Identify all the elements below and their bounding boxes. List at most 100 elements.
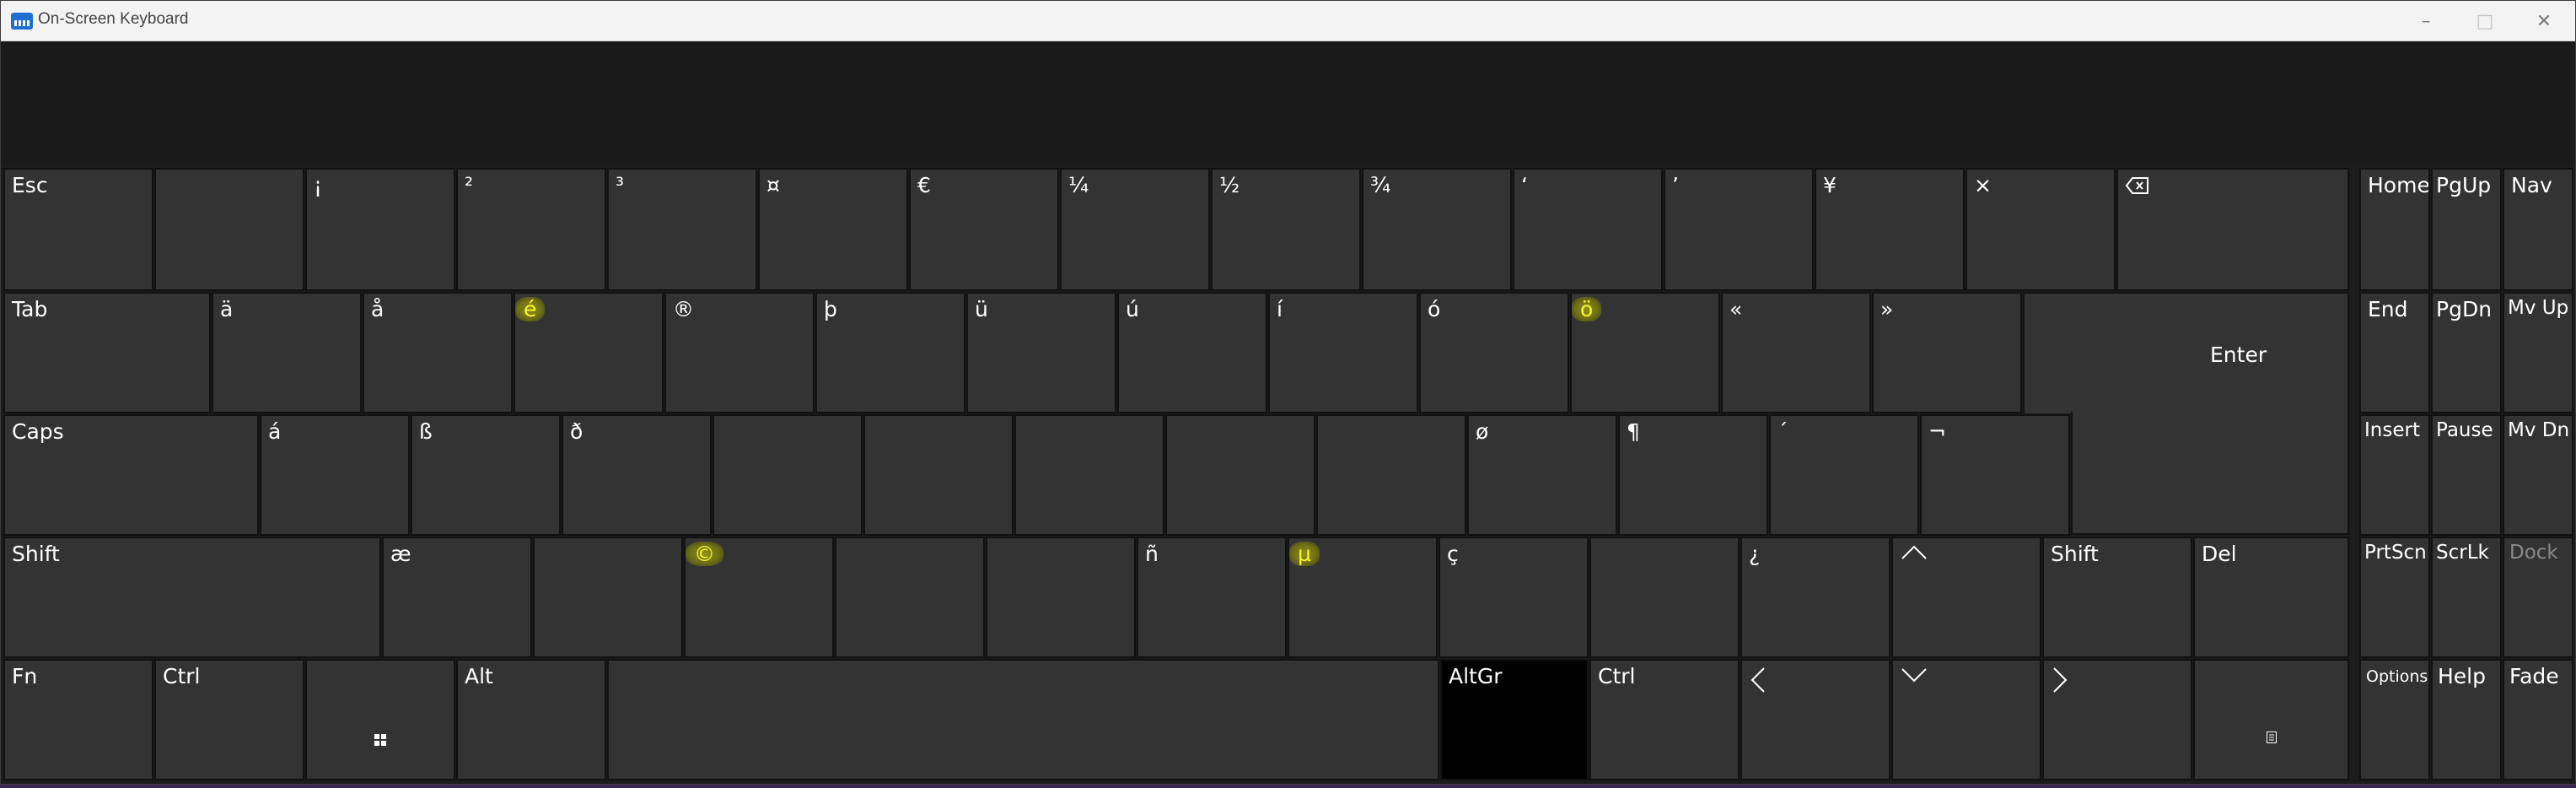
key-u[interactable]: ú — [1117, 292, 1267, 413]
key-backspace[interactable] — [2116, 168, 2349, 291]
key-scrlk[interactable]: ScrLk — [2431, 537, 2502, 658]
key-0[interactable]: ’ — [1664, 168, 1814, 291]
key-w[interactable]: å — [363, 292, 513, 413]
key-dock[interactable]: Dock — [2503, 537, 2573, 658]
key-prtscn[interactable]: PrtScn — [2359, 537, 2430, 658]
key-e[interactable]: é — [514, 292, 664, 413]
key-menu[interactable] — [2193, 659, 2349, 780]
key-help[interactable]: Help — [2431, 659, 2502, 780]
key-label: Enter — [2210, 343, 2267, 367]
key-right-shift[interactable]: Shift — [2042, 537, 2192, 658]
key-label: ¾ — [1370, 173, 1391, 197]
key-i[interactable]: í — [1268, 292, 1418, 413]
key-minus[interactable]: ¥ — [1815, 168, 1965, 291]
maximize-button[interactable]: □ — [2456, 1, 2514, 41]
key-comma[interactable]: ç — [1439, 537, 1589, 658]
key-v[interactable] — [835, 537, 985, 658]
key-y[interactable]: ü — [966, 292, 1116, 413]
key-pgup[interactable]: PgUp — [2431, 168, 2502, 291]
key-b[interactable] — [986, 537, 1136, 658]
key-d[interactable]: ð — [562, 414, 712, 536]
key-l[interactable]: ø — [1467, 414, 1617, 536]
key-semicolon[interactable]: ¶ — [1618, 414, 1768, 536]
key-label: å — [371, 297, 385, 321]
key-2[interactable]: ² — [456, 168, 606, 291]
key-tab[interactable]: Tab — [3, 292, 211, 413]
key-slash[interactable]: ¿ — [1740, 537, 1890, 658]
key-pause[interactable]: Pause — [2431, 414, 2502, 536]
key-period[interactable] — [1589, 537, 1740, 658]
key-enter[interactable]: Enter — [2023, 292, 2349, 413]
key-t[interactable]: þ — [815, 292, 965, 413]
key-esc[interactable]: Esc — [3, 168, 153, 291]
key-label: þ — [824, 297, 837, 321]
key-f[interactable] — [713, 414, 863, 536]
key-5[interactable]: € — [909, 168, 1059, 291]
key-o[interactable]: ó — [1419, 292, 1569, 413]
key-label-highlighted: ö — [1572, 297, 1602, 321]
key-q[interactable]: ä — [212, 292, 362, 413]
key-backtick[interactable] — [154, 168, 304, 291]
key-label: Options — [2366, 667, 2428, 686]
key-label: Caps — [12, 419, 64, 444]
key-mv-up[interactable]: Mv Up — [2503, 292, 2573, 413]
key-right-bracket[interactable]: » — [1872, 292, 2022, 413]
key-s[interactable]: ß — [411, 414, 561, 536]
key-j[interactable] — [1165, 414, 1315, 536]
key-z[interactable]: æ — [382, 537, 532, 658]
key-home[interactable]: Home — [2359, 168, 2430, 291]
key-label: PgDn — [2436, 297, 2493, 321]
key-pgdn[interactable]: PgDn — [2431, 292, 2502, 413]
key-mv-dn[interactable]: Mv Dn — [2503, 414, 2573, 536]
key-nav[interactable]: Nav — [2503, 168, 2573, 291]
key-enter-lower[interactable] — [2071, 412, 2349, 535]
key-space[interactable] — [607, 659, 1439, 780]
key-k[interactable] — [1316, 414, 1466, 536]
title-bar[interactable]: On-Screen Keyboard – □ ✕ — [1, 1, 2575, 41]
key-arrow-left[interactable] — [1740, 659, 1890, 780]
key-windows[interactable] — [305, 659, 455, 780]
backspace-icon — [2125, 176, 2150, 195]
key-g[interactable] — [863, 414, 1014, 536]
key-alt[interactable]: Alt — [456, 659, 606, 780]
key-4[interactable]: ¤ — [758, 168, 908, 291]
key-n[interactable]: ñ — [1137, 537, 1287, 658]
key-6[interactable]: ¼ — [1060, 168, 1210, 291]
key-arrow-right[interactable] — [2042, 659, 2192, 780]
key-insert[interactable]: Insert — [2359, 414, 2430, 536]
key-options[interactable]: Options — [2359, 659, 2430, 780]
key-x[interactable] — [533, 537, 683, 658]
key-fade[interactable]: Fade — [2503, 659, 2573, 780]
key-backslash[interactable]: ¬ — [1920, 414, 2070, 536]
key-m[interactable]: µ — [1288, 537, 1438, 658]
key-1[interactable]: ¡ — [305, 168, 455, 291]
key-equal[interactable]: × — [1966, 168, 2116, 291]
key-h[interactable] — [1014, 414, 1164, 536]
key-right-ctrl[interactable]: Ctrl — [1589, 659, 1740, 780]
key-label: ‘ — [1521, 173, 1528, 197]
key-del[interactable]: Del — [2193, 537, 2349, 658]
key-3[interactable]: ³ — [607, 168, 757, 291]
key-altgr-active[interactable]: AltGr — [1440, 659, 1589, 780]
key-left-shift[interactable]: Shift — [3, 537, 381, 658]
minimize-button[interactable]: – — [2397, 1, 2455, 41]
key-r[interactable]: ® — [664, 292, 815, 413]
key-label: Pause — [2436, 419, 2493, 441]
key-9[interactable]: ‘ — [1513, 168, 1663, 291]
key-a[interactable]: á — [260, 414, 410, 536]
key-end[interactable]: End — [2359, 292, 2430, 413]
key-p[interactable]: ö — [1570, 292, 1720, 413]
key-left-ctrl[interactable]: Ctrl — [154, 659, 304, 780]
key-quote[interactable]: ´ — [1769, 414, 1919, 536]
key-c[interactable]: © — [684, 537, 834, 658]
key-caps[interactable]: Caps — [3, 414, 259, 536]
key-8[interactable]: ¾ — [1362, 168, 1512, 291]
key-arrow-up[interactable] — [1891, 537, 2041, 658]
key-arrow-down[interactable] — [1891, 659, 2041, 780]
keyboard-top-area — [1, 41, 2575, 166]
key-left-bracket[interactable]: « — [1721, 292, 1871, 413]
key-7[interactable]: ½ — [1211, 168, 1361, 291]
close-button[interactable]: ✕ — [2515, 1, 2573, 41]
key-label: PgUp — [2436, 173, 2492, 197]
key-fn[interactable]: Fn — [3, 659, 153, 780]
